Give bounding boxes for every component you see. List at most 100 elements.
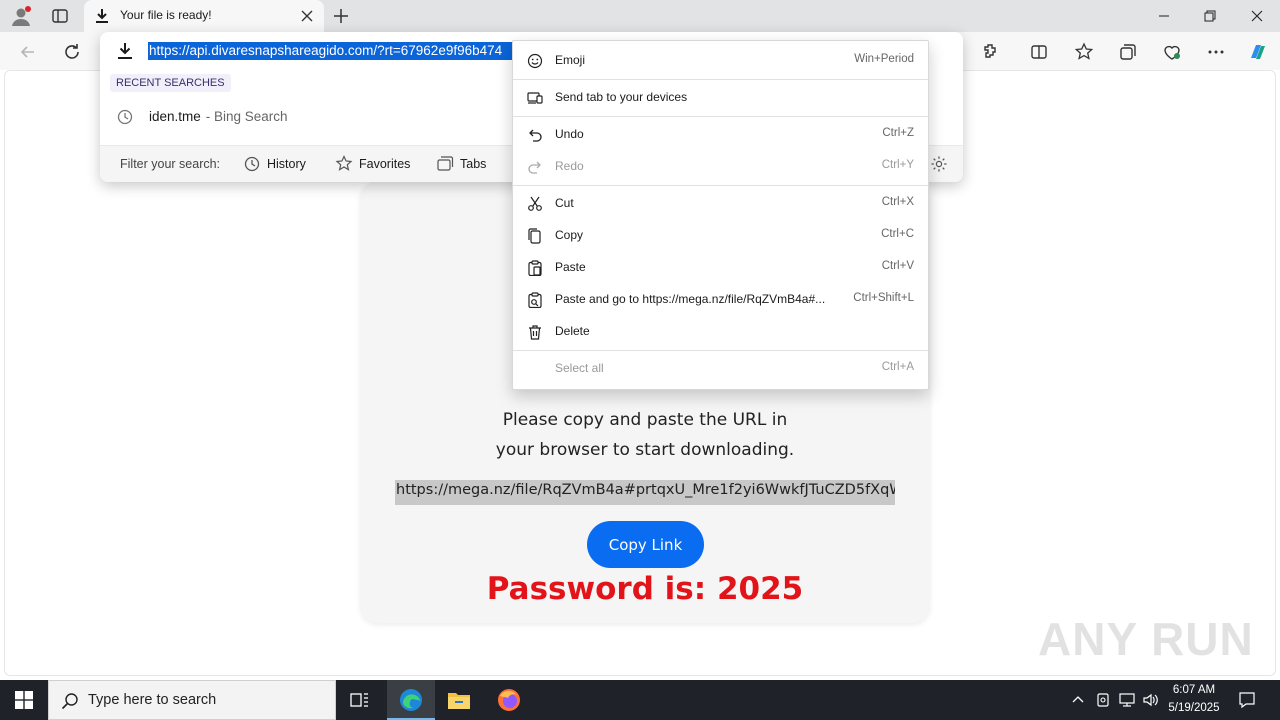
- download-icon: [116, 42, 134, 60]
- send-tab-icon: [526, 89, 544, 107]
- tab-strip: Your file is ready!: [0, 0, 1280, 32]
- recent-search-item[interactable]: iden.tme - Bing Search: [100, 103, 512, 131]
- password-text: Password is: 2025: [486, 571, 804, 607]
- instruction-line-2: your browser to start downloading.: [495, 440, 795, 460]
- menu-separator: [513, 116, 928, 117]
- more-icon[interactable]: [1204, 40, 1228, 64]
- history-icon: [116, 108, 134, 126]
- menu-item-shortcut: Ctrl+C: [881, 228, 914, 240]
- menu-item-shortcut: Ctrl+A: [881, 361, 914, 373]
- paste-go-icon: [526, 291, 544, 309]
- filter-tabs-label: Tabs: [460, 157, 487, 171]
- cut-icon: [526, 195, 544, 213]
- chevron-up-icon[interactable]: [1071, 693, 1085, 707]
- download-icon: [94, 8, 110, 24]
- taskbar-search[interactable]: Type here to search: [48, 680, 336, 720]
- menu-item-undo[interactable]: Undo Ctrl+Z: [513, 120, 928, 150]
- menu-item-paste[interactable]: Paste Ctrl+V: [513, 253, 928, 283]
- filter-favorites[interactable]: Favorites: [333, 152, 423, 176]
- close-window-icon[interactable]: [1234, 0, 1280, 32]
- menu-item-shortcut: Ctrl+Shift+L: [853, 292, 914, 304]
- copy-link-button[interactable]: Copy Link: [587, 521, 704, 568]
- close-tab-icon[interactable]: [300, 9, 314, 23]
- favorites-icon[interactable]: [1072, 40, 1096, 64]
- recent-search-query: iden.tme: [149, 109, 201, 124]
- split-screen-icon[interactable]: [1027, 40, 1051, 64]
- tabs-icon: [436, 155, 454, 173]
- filter-history[interactable]: History: [241, 152, 321, 176]
- download-url-field[interactable]: https://mega.nz/file/RqZVmB4a#prtqxU_Mre…: [395, 480, 895, 505]
- browser-essentials-icon[interactable]: [1160, 40, 1184, 64]
- undo-icon: [526, 126, 544, 144]
- volume-icon[interactable]: [1142, 692, 1160, 708]
- notifications-icon[interactable]: [1238, 691, 1256, 709]
- extensions-icon[interactable]: [979, 40, 1003, 64]
- search-icon: [61, 692, 79, 710]
- file-explorer-icon[interactable]: [447, 689, 471, 711]
- menu-item-emoji[interactable]: Emoji Win+Period: [513, 46, 928, 76]
- menu-item-select-all: Select all Ctrl+A: [513, 354, 928, 384]
- collections-icon[interactable]: [1116, 40, 1140, 64]
- profile-icon[interactable]: [10, 5, 32, 27]
- start-button[interactable]: [0, 680, 48, 720]
- menu-item-delete[interactable]: Delete: [513, 317, 928, 347]
- emoji-icon: [526, 52, 544, 70]
- menu-item-shortcut: Ctrl+Z: [882, 127, 914, 139]
- menu-item-shortcut: Ctrl+Y: [881, 159, 914, 171]
- task-view-icon[interactable]: [348, 690, 370, 710]
- delete-icon: [526, 323, 544, 341]
- menu-item-label: Paste and go to https://mega.nz/file/RqZ…: [555, 292, 826, 306]
- menu-item-shortcut: Ctrl+X: [881, 196, 914, 208]
- taskbar-edge[interactable]: [387, 680, 435, 720]
- filter-tabs[interactable]: Tabs: [434, 152, 494, 176]
- tab-active[interactable]: Your file is ready!: [84, 0, 324, 32]
- search-placeholder: Type here to search: [88, 692, 217, 708]
- paste-icon: [526, 259, 544, 277]
- menu-item-paste-and-go[interactable]: Paste and go to https://mega.nz/file/RqZ…: [513, 285, 928, 315]
- menu-item-label: Emoji: [555, 53, 586, 67]
- address-input[interactable]: https://api.divaresnapshareagido.com/?rt…: [148, 42, 513, 60]
- tab-actions-icon[interactable]: [50, 6, 70, 26]
- windows-icon: [15, 691, 33, 709]
- menu-item-copy[interactable]: Copy Ctrl+C: [513, 221, 928, 251]
- menu-item-label: Paste: [555, 260, 586, 274]
- menu-item-label: Cut: [555, 196, 574, 210]
- watermark-text: ANY RUN: [1038, 613, 1254, 665]
- history-icon: [243, 155, 261, 173]
- clock-date[interactable]: 5/19/2025: [1162, 702, 1226, 714]
- menu-item-shortcut: Ctrl+V: [881, 260, 914, 272]
- refresh-icon[interactable]: [60, 40, 84, 64]
- copy-icon: [526, 227, 544, 245]
- menu-separator: [513, 79, 928, 80]
- menu-item-label: Delete: [555, 324, 590, 338]
- network-icon[interactable]: [1118, 692, 1136, 708]
- recent-search-suffix: - Bing Search: [202, 109, 288, 124]
- filter-favorites-label: Favorites: [359, 157, 411, 171]
- device-icon[interactable]: [1095, 692, 1111, 708]
- anyrun-watermark: ANY RUN: [1038, 612, 1254, 666]
- menu-item-label: Select all: [555, 361, 604, 375]
- menu-item-cut[interactable]: Cut Ctrl+X: [513, 189, 928, 219]
- back-icon[interactable]: [16, 40, 40, 64]
- context-menu: Emoji Win+Period Send tab to your device…: [512, 40, 929, 390]
- menu-separator: [513, 350, 928, 351]
- menu-separator: [513, 185, 928, 186]
- menu-item-redo: Redo Ctrl+Y: [513, 152, 928, 182]
- menu-item-label: Undo: [555, 127, 584, 141]
- star-icon: [335, 155, 353, 173]
- menu-item-send-tab[interactable]: Send tab to your devices: [513, 83, 928, 113]
- instruction-line-1: Please copy and paste the URL in: [502, 410, 788, 430]
- filter-label: Filter your search:: [120, 157, 221, 171]
- clock-time[interactable]: 6:07 AM: [1162, 684, 1226, 696]
- restore-icon[interactable]: [1187, 0, 1233, 32]
- edge-icon: [400, 689, 422, 711]
- menu-item-label: Send tab to your devices: [555, 90, 688, 104]
- tab-title: Your file is ready!: [120, 8, 212, 22]
- redo-icon: [526, 158, 544, 176]
- copilot-icon[interactable]: [1246, 40, 1270, 64]
- new-tab-icon[interactable]: [331, 6, 351, 26]
- menu-item-shortcut: Win+Period: [854, 53, 914, 65]
- gear-icon[interactable]: [930, 155, 948, 173]
- firefox-icon[interactable]: [496, 687, 522, 713]
- minimize-icon[interactable]: [1141, 0, 1187, 32]
